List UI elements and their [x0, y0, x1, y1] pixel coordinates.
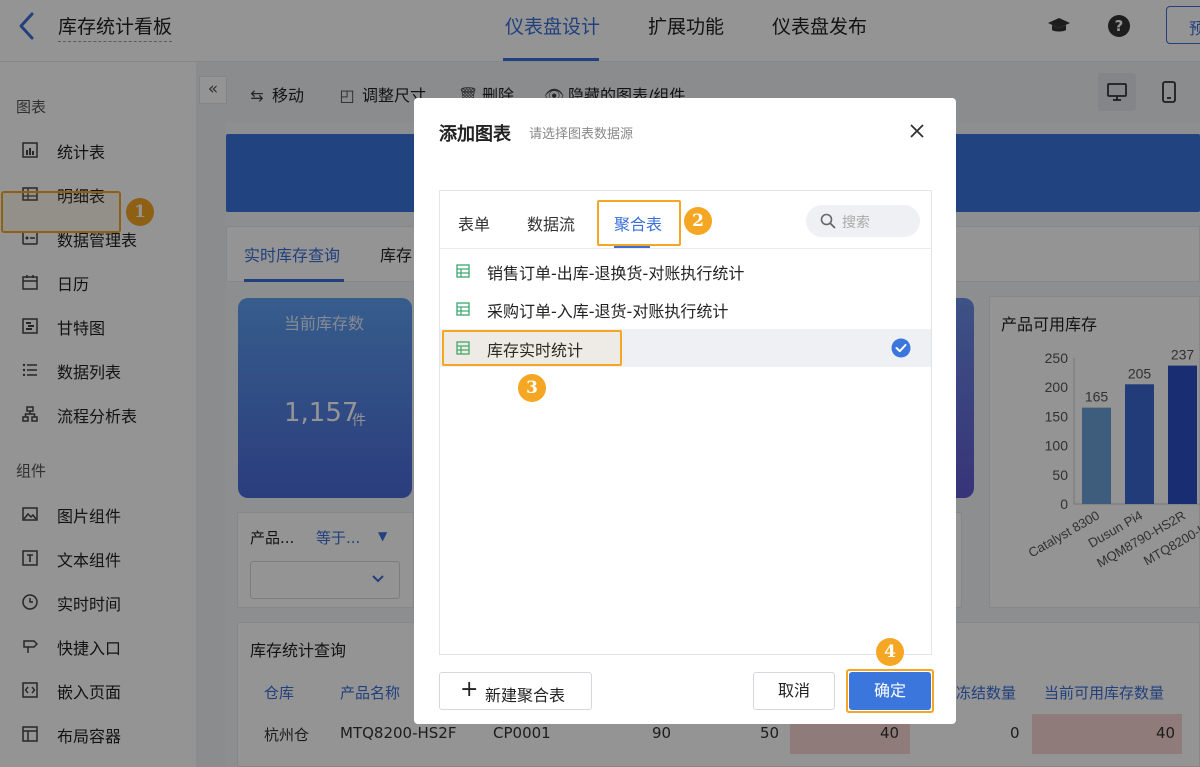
table-icon: [456, 302, 470, 316]
step-badge-2: 2: [684, 207, 712, 235]
add-chart-dialog: 添加图表 请选择图表数据源 表单 数据流 聚合表 搜索 销售订单-出库-退换货-…: [414, 98, 956, 724]
step-2-highlight: [597, 200, 681, 246]
search-placeholder: 搜索: [842, 215, 870, 231]
step-badge-3: 3: [518, 374, 546, 402]
table-icon: [456, 264, 470, 278]
search-icon: [820, 213, 836, 229]
tab-dataflow[interactable]: 数据流: [527, 211, 575, 235]
close-icon[interactable]: [908, 122, 926, 140]
check-circle-icon: [891, 338, 911, 358]
datasource-item[interactable]: 销售订单-出库-退换货-对账执行统计: [440, 252, 931, 290]
datasource-picker: 表单 数据流 聚合表 搜索 销售订单-出库-退换货-对账执行统计 采购订单-入库…: [439, 190, 932, 655]
new-aggregate-table-label: 新建聚合表: [485, 686, 566, 705]
dialog-title: 添加图表: [439, 124, 511, 145]
step-badge-4: 4: [876, 638, 904, 666]
step-3-highlight: [442, 330, 622, 366]
step-4-highlight: [846, 669, 934, 713]
cancel-button[interactable]: 取消: [753, 672, 835, 710]
datasource-label: 采购订单-入库-退货-对账执行统计: [487, 302, 729, 321]
plus-icon: +: [460, 677, 479, 702]
tab-form[interactable]: 表单: [458, 211, 490, 235]
datasource-label: 销售订单-出库-退换货-对账执行统计: [487, 264, 745, 283]
dialog-subtitle: 请选择图表数据源: [529, 127, 634, 142]
datasource-search-input[interactable]: 搜索: [806, 205, 920, 237]
datasource-item[interactable]: 采购订单-入库-退货-对账执行统计: [440, 290, 931, 328]
new-aggregate-table-button[interactable]: + 新建聚合表: [439, 672, 592, 710]
